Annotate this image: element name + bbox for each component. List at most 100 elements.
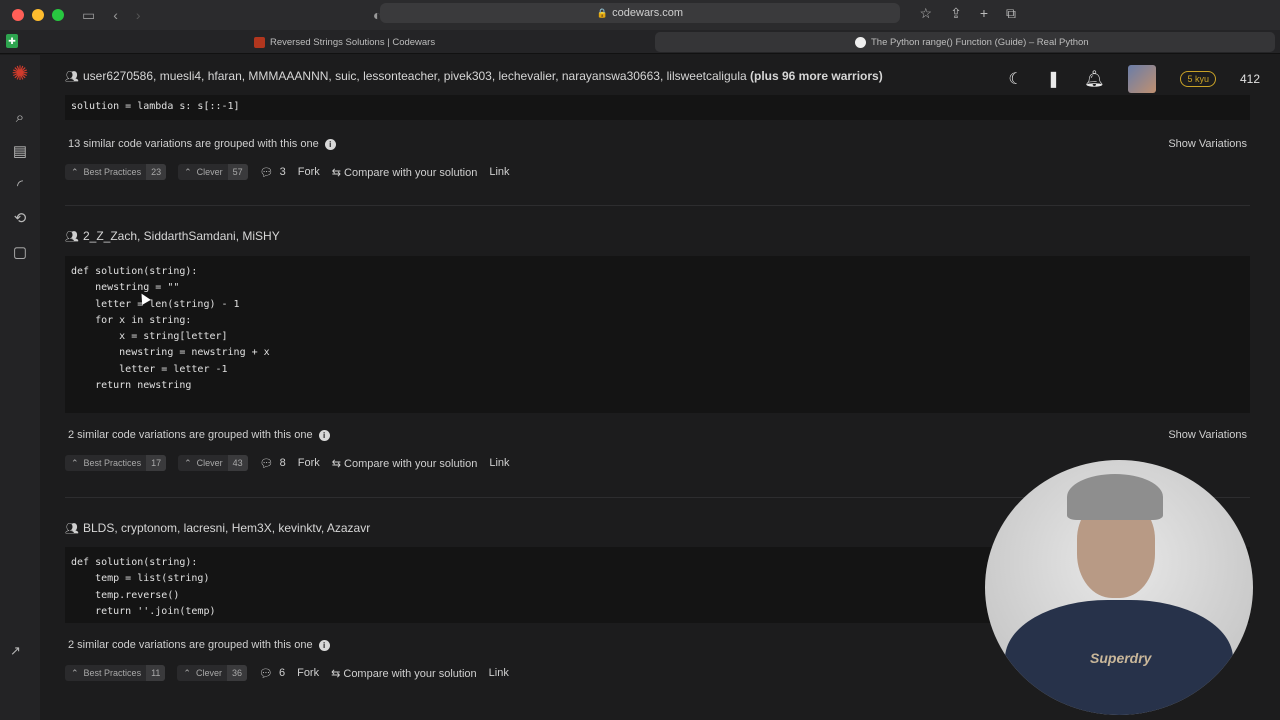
repeat-icon[interactable]: ⟲ xyxy=(10,208,30,228)
code-line: def solution(string): xyxy=(71,266,198,277)
vote-count: 43 xyxy=(227,455,248,471)
avatar[interactable] xyxy=(1128,65,1157,93)
permalink-link[interactable]: Link xyxy=(489,667,509,679)
vote-label: Clever xyxy=(196,167,223,177)
clever-vote-button[interactable]: ⌃ Clever 43 xyxy=(178,455,248,471)
warrior-names: BLDS, cryptonom, lacresni, Hem3X, kevink… xyxy=(82,521,371,535)
clever-vote-button[interactable]: ⌃ Clever 57 xyxy=(178,164,248,180)
chat-icon[interactable]: ▢ xyxy=(10,242,30,262)
solution-actions: ⌃ Best Practices 23 ⌃ Clever 57 💬︎ 3 Fork ⇆ C… xyxy=(65,164,510,180)
maximize-window-button[interactable] xyxy=(52,9,64,21)
honor-score: 412 xyxy=(1239,72,1260,86)
best-practices-vote-button[interactable]: ⌃ Best Practices 17 xyxy=(65,455,167,471)
pinned-tab[interactable]: ✚ xyxy=(6,34,18,48)
compare-icon: ⇆ xyxy=(331,166,345,179)
codewars-logo-icon[interactable]: ✺ xyxy=(10,63,30,85)
code-line: letter = len(string) - 1 xyxy=(71,298,240,310)
search-icon[interactable]: ⌕ xyxy=(10,107,30,127)
permalink-link[interactable]: Link xyxy=(489,166,509,178)
code-line: temp = list(string) xyxy=(71,573,210,585)
user-toolbar: ☾ ❚ 🔔︎ 5 kyu 412 xyxy=(1008,65,1260,93)
fork-link[interactable]: Fork xyxy=(298,457,320,469)
variations-text: 13 similar code variations are grouped w… xyxy=(68,138,319,150)
upvote-caret-icon: ⌃ xyxy=(71,667,79,678)
code-line: return ''.join(temp) xyxy=(71,605,216,617)
show-variations-link[interactable]: Show Variations xyxy=(1168,429,1247,441)
tab-codewars[interactable]: Reversed Strings Solutions | Codewars xyxy=(254,32,435,52)
share-icon[interactable]: ⇪ xyxy=(950,5,962,22)
users-icon: 👥︎ xyxy=(65,231,79,243)
divider xyxy=(65,205,1250,206)
expand-arrow-icon[interactable]: ↗ xyxy=(10,643,21,659)
codewars-favicon-icon xyxy=(254,36,265,48)
warrior-names: 2_Z_Zach, SiddarthSamdani, MiSHY xyxy=(82,229,280,243)
compare-link[interactable]: ⇆ Compare with your solution xyxy=(331,667,477,680)
code-block: solution = lambda s: s[::-1] xyxy=(65,95,1250,120)
clever-vote-button[interactable]: ⌃ Clever 36 xyxy=(177,665,247,681)
info-icon[interactable]: i xyxy=(318,429,330,441)
close-window-button[interactable] xyxy=(12,9,24,21)
webcam-overlay: Superdry xyxy=(985,460,1253,715)
compare-link[interactable]: ⇆ Compare with your solution xyxy=(332,166,478,179)
tab-title: The Python range() Function (Guide) – Re… xyxy=(871,36,1089,48)
vote-count: 17 xyxy=(146,455,167,471)
vote-label: Best Practices xyxy=(83,668,142,678)
solution-actions: ⌃ Best Practices 11 ⌃ Clever 36 💬︎ 6 Fork ⇆ C… xyxy=(65,665,509,681)
bookmark-icon[interactable]: ❚ xyxy=(1047,69,1060,89)
more-warriors: (plus 96 more warriors) xyxy=(750,69,883,83)
minimize-window-button[interactable] xyxy=(32,9,44,21)
book-icon[interactable]: ▤ xyxy=(10,141,30,161)
best-practices-vote-button[interactable]: ⌃ Best Practices 11 xyxy=(65,665,166,681)
code-line: x = string[letter] xyxy=(71,331,228,343)
solution-warriors: 👥︎ BLDS, cryptonom, lacresni, Hem3X, kevi… xyxy=(65,521,370,535)
sidebar-toggle-icon[interactable]: ▭ xyxy=(82,7,95,24)
upvote-caret-icon: ⌃ xyxy=(184,457,192,468)
tab-realpython[interactable]: The Python range() Function (Guide) – Re… xyxy=(655,32,1275,52)
plus-icon[interactable]: + xyxy=(980,5,988,22)
comment-count: 8 xyxy=(279,457,286,469)
comments-button[interactable]: 💬︎ 8 xyxy=(260,457,286,470)
tab-title: Reversed Strings Solutions | Codewars xyxy=(270,36,436,48)
back-arrow-icon[interactable]: ‹ xyxy=(113,7,118,23)
compare-link[interactable]: ⇆ Compare with your solution xyxy=(332,457,478,470)
users-icon: 👥︎ xyxy=(65,71,79,83)
code-line: return newstring xyxy=(71,380,192,392)
solution-actions: ⌃ Best Practices 17 ⌃ Clever 43 💬︎ 8 Fork ⇆ C… xyxy=(65,455,510,471)
browser-actions: ☆ ⇪ + ⧉ xyxy=(920,5,1016,22)
show-variations-link[interactable]: Show Variations xyxy=(1168,138,1247,150)
solution-warriors: 👥︎ 2_Z_Zach, SiddarthSamdani, MiSHY xyxy=(65,229,280,243)
comments-button[interactable]: 💬︎ 6 xyxy=(259,667,285,680)
variations-text: 2 similar code variations are grouped wi… xyxy=(68,429,313,441)
fork-link[interactable]: Fork xyxy=(297,667,319,679)
users-icon: 👥︎ xyxy=(65,523,79,535)
compare-label: Compare with your solution xyxy=(344,457,478,470)
browser-toolbar: ▭ ‹ › ◐ 🔒 codewars.com ☆ ⇪ + ⧉ xyxy=(0,0,1280,30)
code-line: letter = letter -1 xyxy=(71,363,228,375)
compare-label: Compare with your solution xyxy=(344,166,478,179)
vote-label: Clever xyxy=(196,458,223,468)
code-block: def solution(string): newstring = "" let… xyxy=(65,256,1250,413)
best-practices-vote-button[interactable]: ⌃ Best Practices 23 xyxy=(65,164,167,180)
bell-icon[interactable]: 🔔︎ xyxy=(1084,69,1104,89)
comments-button[interactable]: 💬︎ 3 xyxy=(260,166,286,179)
info-icon[interactable]: i xyxy=(318,639,330,651)
moon-icon[interactable]: ☾ xyxy=(1008,69,1022,89)
info-icon[interactable]: i xyxy=(324,138,336,150)
forward-arrow-icon[interactable]: › xyxy=(136,7,141,23)
rss-icon[interactable]: ◜ xyxy=(10,175,30,195)
person-cap xyxy=(1067,474,1163,520)
vote-count: 11 xyxy=(146,665,166,681)
hoodie-print: Superdry xyxy=(1090,650,1152,666)
code-line: solution = lambda s: s[::-1] xyxy=(71,101,240,112)
code-line: temp.reverse() xyxy=(71,589,180,601)
left-sidebar: ✺ ⌕ ▤ ◜ ⟲ ▢ xyxy=(0,55,40,720)
comment-count: 6 xyxy=(278,667,286,679)
code-line: for x in string: xyxy=(71,314,192,326)
fork-link[interactable]: Fork xyxy=(298,166,320,178)
tabs-overview-icon[interactable]: ⧉ xyxy=(1006,5,1016,22)
star-icon[interactable]: ☆ xyxy=(920,5,933,22)
permalink-link[interactable]: Link xyxy=(489,457,509,469)
address-bar[interactable]: 🔒 codewars.com xyxy=(380,3,900,23)
vote-count: 36 xyxy=(226,665,247,681)
comment-count: 3 xyxy=(279,166,286,178)
